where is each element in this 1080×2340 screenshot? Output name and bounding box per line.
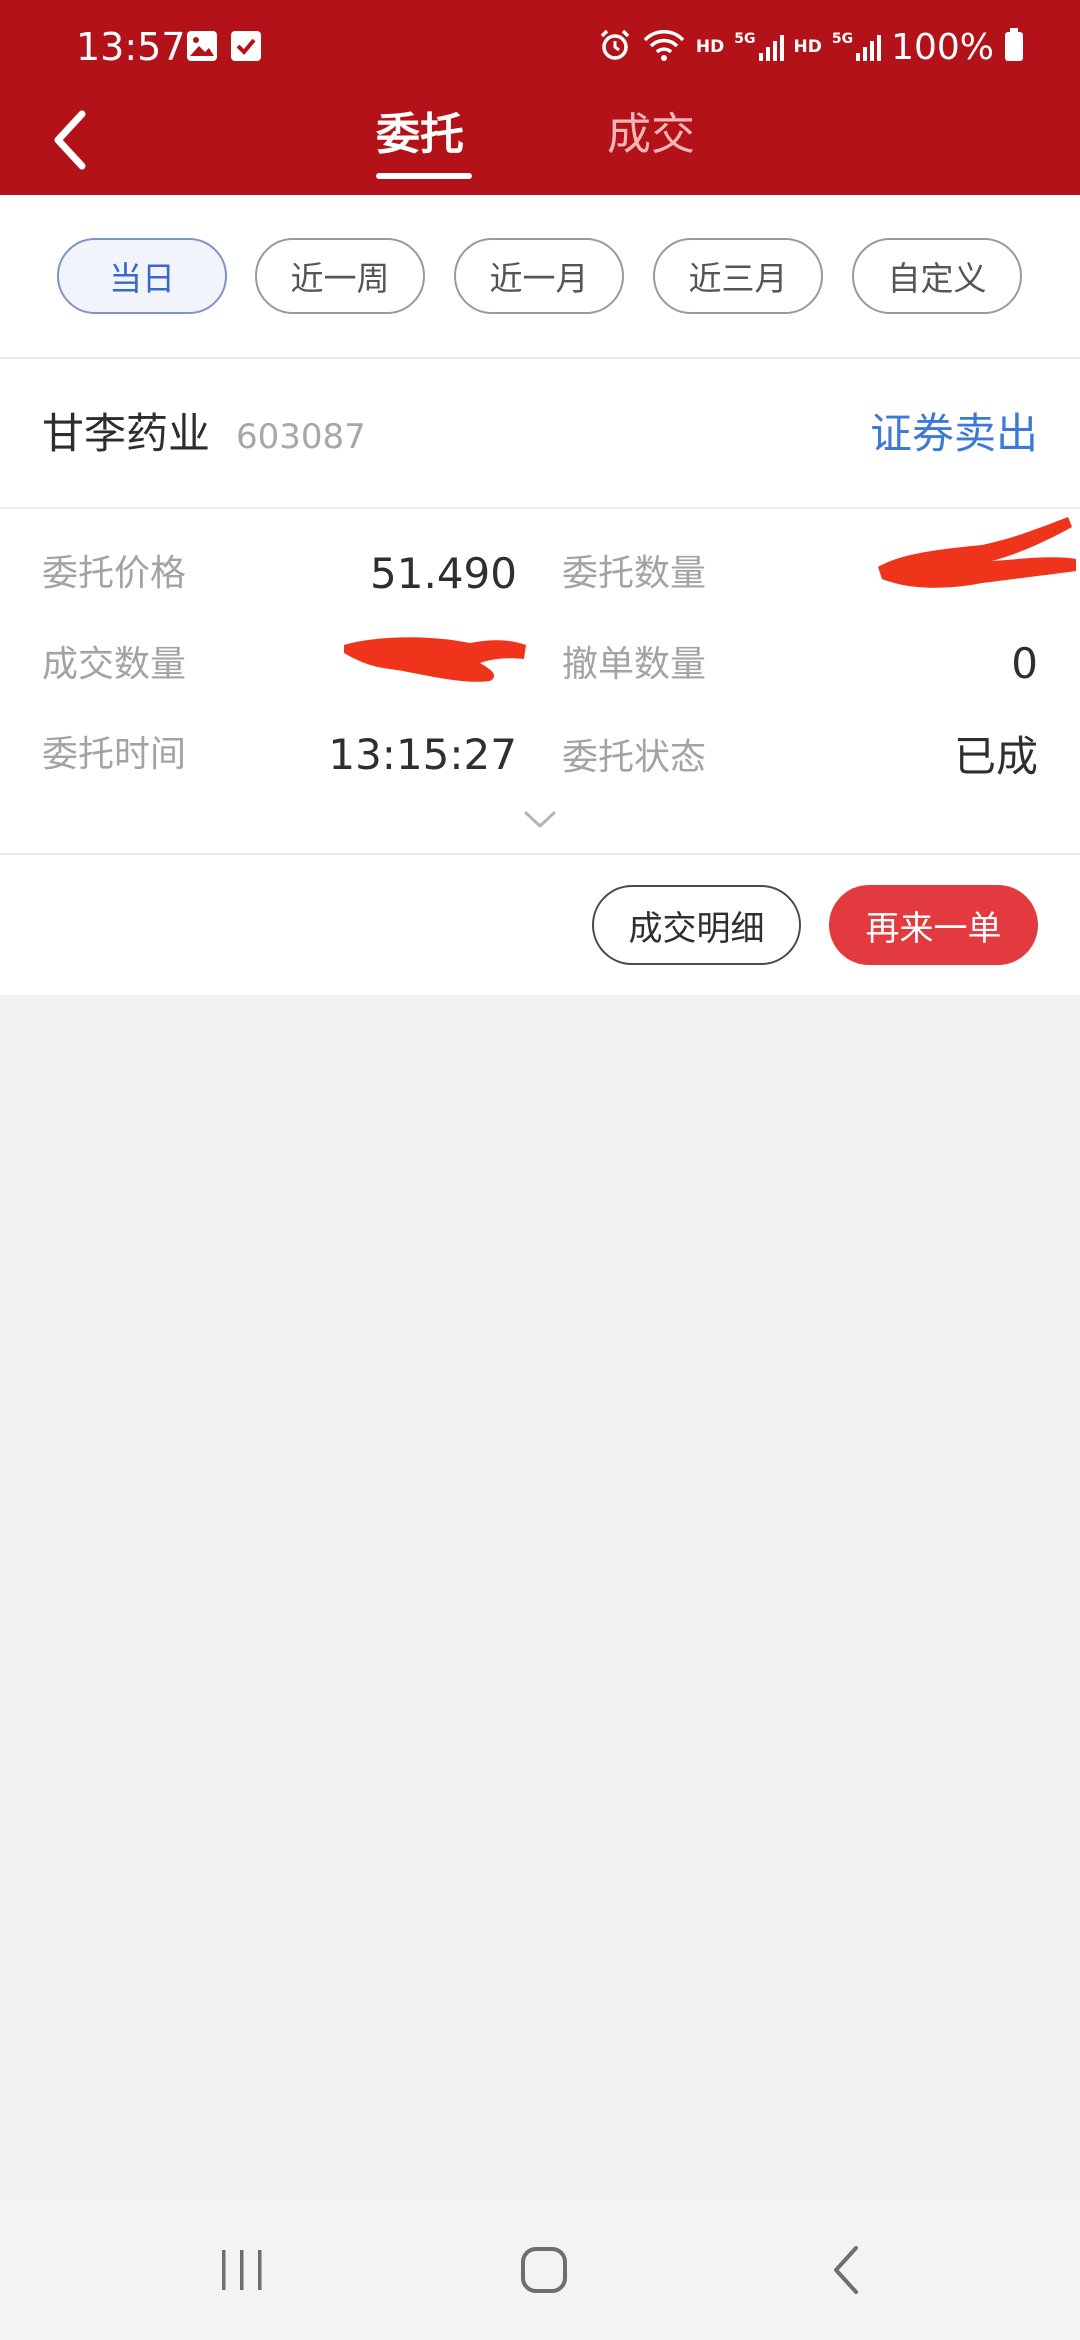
system-back-icon[interactable] bbox=[818, 2240, 878, 2300]
hd-indicator-2: HD bbox=[793, 37, 822, 57]
stock-code: 603087 bbox=[236, 417, 366, 457]
filter-last-week[interactable]: 近一周 bbox=[255, 238, 425, 314]
redacted-filled-scribble bbox=[344, 637, 526, 682]
quantity-label: 委托数量 bbox=[562, 553, 707, 594]
chevron-down-icon[interactable] bbox=[523, 809, 557, 831]
order-header[interactable]: 甘李药业 603087 证券卖出 bbox=[0, 359, 1080, 509]
price-value: 51.490 bbox=[370, 549, 517, 598]
order-status-label: 委托状态 bbox=[562, 737, 707, 778]
order-status-value: 已成 bbox=[953, 732, 1038, 781]
date-filter-bar: 当日 近一周 近一月 近三月 自定义 bbox=[0, 195, 1080, 359]
battery-percent: 100% bbox=[891, 26, 994, 68]
signal-5g-label: 5G bbox=[734, 31, 756, 47]
gallery-icon bbox=[186, 30, 218, 66]
price-label: 委托价格 bbox=[42, 553, 187, 594]
signal-5g-icon: 5G bbox=[734, 31, 784, 63]
recent-apps-icon[interactable] bbox=[212, 2240, 272, 2300]
order-type: 证券卖出 bbox=[869, 409, 1038, 458]
status-bar: 13:57 HD 5G HD 5G 100% bbox=[0, 0, 1080, 95]
tab-orders[interactable]: 委托 bbox=[376, 105, 464, 165]
filter-last-three-months[interactable]: 近三月 bbox=[653, 238, 823, 314]
app-header: 13:57 HD 5G HD 5G 100% 委托 成交 bbox=[0, 0, 1080, 195]
signal-5g-icon-2: 5G bbox=[831, 31, 882, 63]
status-time: 13:57 bbox=[76, 25, 186, 69]
filter-last-month[interactable]: 近一月 bbox=[454, 238, 624, 314]
status-right-icons: HD 5G HD 5G 100% bbox=[598, 24, 1024, 70]
tab-trades[interactable]: 成交 bbox=[607, 105, 695, 165]
status-left-icons bbox=[186, 30, 262, 66]
order-actions: 成交明细 再来一单 bbox=[0, 855, 1080, 995]
redacted-quantity-scribble bbox=[878, 517, 1076, 588]
active-tab-indicator bbox=[376, 173, 472, 179]
signal-5g-label-2: 5G bbox=[831, 31, 854, 47]
home-icon[interactable] bbox=[514, 2240, 574, 2300]
alarm-icon bbox=[598, 28, 632, 66]
filter-today[interactable]: 当日 bbox=[57, 238, 227, 314]
reorder-button[interactable]: 再来一单 bbox=[829, 885, 1038, 965]
chevron-left-icon bbox=[54, 110, 86, 170]
trade-details-button[interactable]: 成交明细 bbox=[592, 885, 801, 965]
order-details: 委托价格 51.490 委托数量 成交数量 撤单数量 0 委托时间 13:15:… bbox=[0, 509, 1080, 855]
nav-bar: 委托 成交 bbox=[0, 95, 1080, 195]
cancelled-quantity-label: 撤单数量 bbox=[562, 644, 707, 685]
filled-quantity-label: 成交数量 bbox=[42, 644, 187, 685]
wifi-icon bbox=[642, 28, 686, 66]
order-time-value: 13:15:27 bbox=[328, 730, 517, 779]
order-time-label: 委托时间 bbox=[42, 734, 187, 775]
check-notification-icon bbox=[230, 30, 262, 66]
filter-custom[interactable]: 自定义 bbox=[852, 238, 1022, 314]
cancelled-quantity-value: 0 bbox=[1011, 639, 1038, 688]
battery-icon bbox=[1004, 28, 1024, 66]
stock-name: 甘李药业 bbox=[42, 409, 211, 458]
system-navigation-bar bbox=[0, 2200, 1080, 2340]
hd-indicator: HD bbox=[695, 37, 725, 57]
back-button[interactable] bbox=[40, 105, 100, 175]
